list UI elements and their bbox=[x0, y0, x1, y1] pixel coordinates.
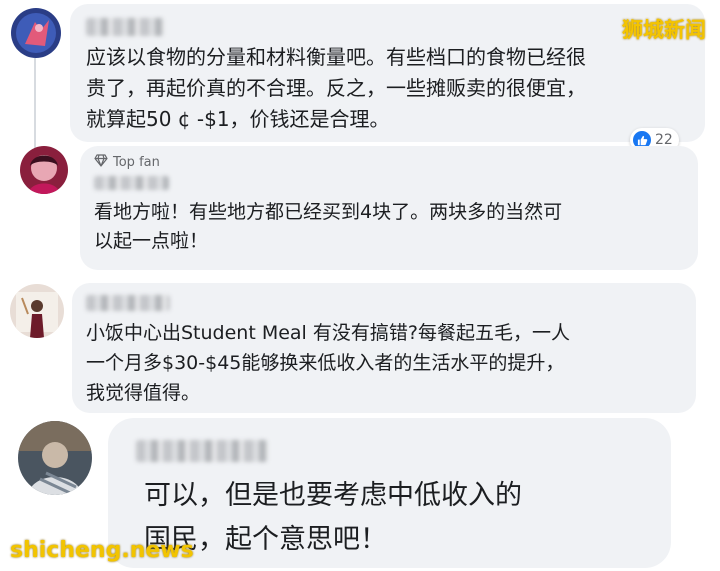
commenter-name-blurred[interactable] bbox=[136, 440, 268, 462]
comment-text: 看地方啦！有些地方都已经买到4块了。两块多的当然可 以起一点啦！ bbox=[94, 201, 563, 252]
avatar[interactable] bbox=[10, 284, 64, 338]
avatar[interactable] bbox=[20, 146, 68, 194]
comment-bubble: Top fan 看地方啦！有些地方都已经买到4块了。两块多的当然可 以起一点啦！ bbox=[80, 146, 698, 270]
top-fan-label: Top fan bbox=[113, 154, 160, 170]
commenter-name-blurred[interactable] bbox=[86, 18, 164, 36]
comment-text: 应该以食物的分量和材料衡量吧。有些档口的食物已经很 贵了，再起价真的不合理。反之… bbox=[86, 45, 586, 131]
diamond-icon bbox=[94, 153, 108, 171]
comment-text: 小饭中心出Student Meal 有没有搞错?每餐起五毛，一人 一个月多$30… bbox=[86, 322, 570, 404]
comment-bubble: 应该以食物的分量和材料衡量吧。有些档口的食物已经很 贵了，再起价真的不合理。反之… bbox=[70, 4, 705, 142]
comment-bubble: 小饭中心出Student Meal 有没有搞错?每餐起五毛，一人 一个月多$30… bbox=[72, 283, 696, 413]
comment-text: 可以，但是也要考虑中低收入的 国民，起个意思吧！ bbox=[144, 480, 522, 555]
top-fan-badge: Top fan bbox=[94, 153, 684, 171]
avatar[interactable] bbox=[11, 8, 61, 58]
avatar[interactable] bbox=[18, 421, 92, 495]
watermark-logo-top: 狮城新闻 bbox=[622, 18, 706, 42]
commenter-name-blurred[interactable] bbox=[86, 295, 170, 311]
watermark-logo-bottom: shicheng.news bbox=[10, 538, 194, 563]
commenter-name-blurred[interactable] bbox=[94, 176, 169, 190]
